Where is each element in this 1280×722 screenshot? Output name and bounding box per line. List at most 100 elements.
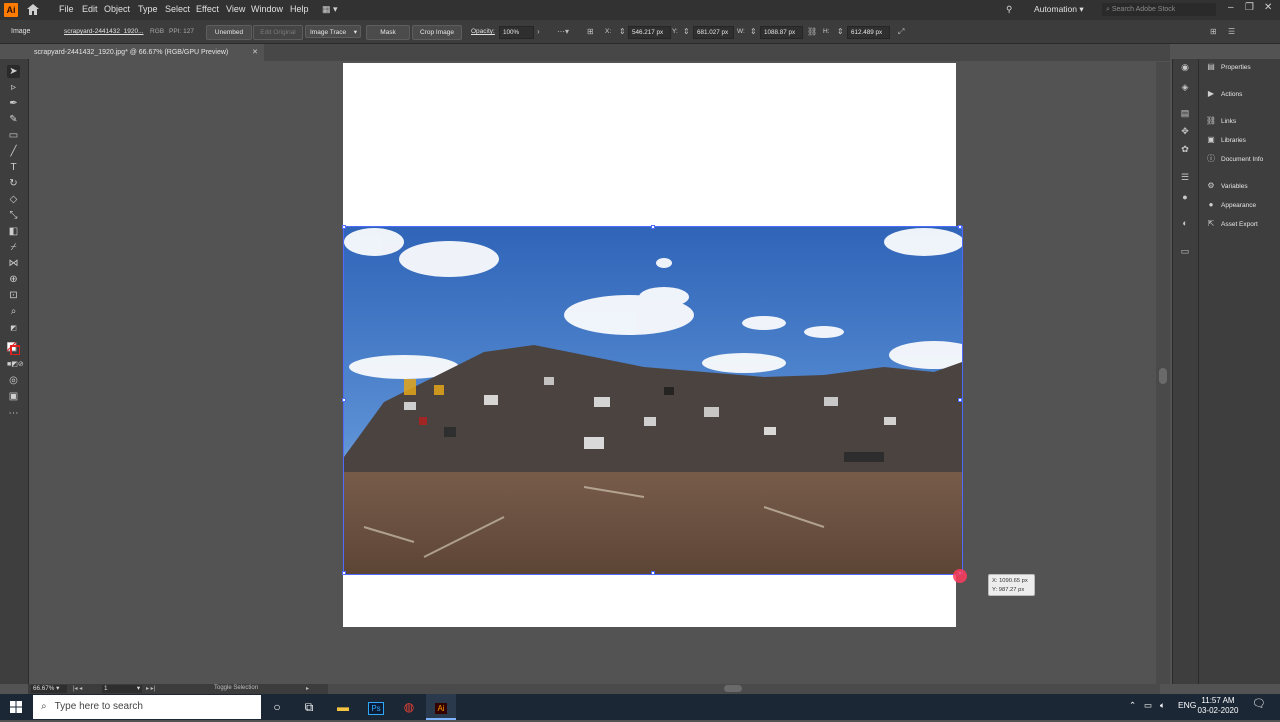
opacity-field[interactable]: 100%	[499, 26, 534, 39]
eraser-tool-icon[interactable]: ◇	[7, 193, 20, 206]
selection-tool-icon[interactable]: ➤	[7, 65, 20, 78]
stroke-panel-icon[interactable]: ☰	[1179, 171, 1191, 183]
opacity-label[interactable]: Opacity:	[471, 28, 495, 35]
image-trace-button[interactable]: Image Trace ▾	[305, 25, 361, 38]
properties-panel-icon[interactable]: ◉	[1179, 61, 1191, 73]
panel-variables[interactable]: ⚙ Variables	[1205, 179, 1280, 193]
direct-selection-tool-icon[interactable]: ▹	[7, 81, 20, 94]
h-field[interactable]: 612.489 px	[847, 26, 890, 39]
close-icon[interactable]: ✕	[1264, 2, 1272, 13]
scale-tool-icon[interactable]: ⤡	[7, 209, 20, 222]
taskbar-search-box[interactable]: ⌕ Type here to search	[33, 695, 261, 719]
graphic-styles-panel-icon[interactable]: ▭	[1179, 245, 1191, 257]
task-view-icon[interactable]: ⧉	[294, 694, 324, 720]
h-stepper-icon[interactable]: ⇕	[837, 27, 844, 36]
illustrator-taskbar-icon[interactable]: Ai	[426, 694, 456, 720]
network-icon[interactable]: ▭	[1144, 700, 1152, 711]
menu-window[interactable]: Window	[251, 4, 283, 14]
blend-tool-icon[interactable]: ⋈	[7, 257, 20, 270]
rectangle-tool-icon[interactable]: ▭	[7, 129, 20, 142]
workspace-switcher[interactable]: Automation ▾	[1034, 4, 1084, 15]
curvature-tool-icon[interactable]: ✎	[7, 113, 20, 126]
linked-filename[interactable]: scrapyard-2441432_1920...	[64, 28, 144, 35]
menu-help[interactable]: Help	[290, 4, 309, 14]
y-field[interactable]: 681.027 px	[693, 26, 734, 39]
file-explorer-icon[interactable]: ▬	[328, 694, 358, 720]
prev-artboard-icon[interactable]: |◂ ◂	[73, 685, 82, 692]
symbols-panel-icon[interactable]: ✿	[1179, 143, 1191, 155]
w-field[interactable]: 1088.87 px	[760, 26, 803, 39]
horizontal-scroll-thumb[interactable]	[724, 685, 742, 692]
tray-chevron-icon[interactable]: ⌃	[1129, 700, 1136, 711]
restore-icon[interactable]: ❐	[1245, 2, 1254, 13]
panel-libraries[interactable]: ▣ Libraries	[1205, 133, 1280, 147]
rotate-tool-icon[interactable]: ↻	[7, 177, 20, 190]
x-field[interactable]: 546.217 px	[628, 26, 671, 39]
status-menu-icon[interactable]: ▸	[306, 685, 309, 692]
system-clock[interactable]: 11:57 AM 03-02-2020	[1196, 696, 1240, 716]
lightbulb-icon[interactable]: ⚲	[1006, 4, 1012, 15]
menu-effect[interactable]: Effect	[196, 4, 219, 14]
panel-document-info[interactable]: ⓘ Document Info	[1205, 152, 1280, 166]
vertical-scroll-thumb[interactable]	[1159, 368, 1167, 384]
shape-builder-tool-icon[interactable]: ⊕	[7, 273, 20, 286]
x-stepper-icon[interactable]: ⇕	[619, 27, 626, 36]
paintbrush-tool-icon[interactable]: ╱	[7, 145, 20, 158]
artboard-number-field[interactable]: 1 ▾	[102, 685, 142, 693]
photoshop-icon[interactable]: Ps	[361, 694, 391, 720]
default-colors-icon[interactable]: ◩	[7, 322, 20, 335]
panel-links[interactable]: ⛓ Links	[1205, 114, 1280, 128]
eyedropper-tool-icon[interactable]: ⌿	[7, 241, 20, 254]
w-stepper-icon[interactable]: ⇕	[750, 27, 757, 36]
zoom-tool-icon[interactable]: ⌕	[7, 305, 20, 318]
zoom-level-field[interactable]: 66.67% ▾	[31, 685, 67, 693]
panel-asset-export[interactable]: ⇱ Asset Export	[1205, 217, 1280, 231]
layers-panel-icon[interactable]: ◈	[1179, 81, 1191, 93]
language-indicator[interactable]: ENG	[1178, 700, 1196, 710]
next-artboard-icon[interactable]: ▸ ▸|	[146, 685, 155, 692]
placed-image-scrapyard[interactable]	[344, 227, 962, 574]
link-proportions-icon[interactable]: ⛓	[807, 27, 817, 36]
menu-icon[interactable]: ☰	[1228, 27, 1235, 36]
menu-file[interactable]: File	[59, 4, 74, 14]
more-tools-icon[interactable]: ⋯	[7, 407, 20, 420]
y-stepper-icon[interactable]: ⇕	[683, 27, 690, 36]
chevron-right-icon[interactable]: ›	[537, 27, 540, 36]
menu-object[interactable]: Object	[104, 4, 130, 14]
crop-image-button[interactable]: Crop Image	[412, 25, 462, 40]
menu-edit[interactable]: Edit	[82, 4, 98, 14]
document-tab[interactable]: scrapyard-2441432_1920.jpg* @ 66.67% (RG…	[28, 44, 264, 61]
reference-point-icon[interactable]: ⊞	[587, 27, 594, 36]
chrome-icon[interactable]: ◍	[394, 694, 424, 720]
fill-stroke-icon[interactable]	[6, 341, 21, 356]
swatches-panel-icon[interactable]: ●	[1179, 191, 1191, 203]
menu-view[interactable]: View	[226, 4, 245, 14]
panel-actions[interactable]: ▶ Actions	[1205, 87, 1280, 101]
notifications-icon[interactable]: 🗨︎	[1252, 697, 1266, 710]
close-tab-icon[interactable]: ✕	[252, 44, 258, 61]
artboard-tool-icon[interactable]: ⊡	[7, 289, 20, 302]
transform-icon[interactable]: ⤢	[898, 27, 904, 37]
brushes-panel-icon[interactable]: ✥	[1179, 125, 1191, 137]
artboards-panel-icon[interactable]: ▤	[1179, 107, 1191, 119]
color-mode-icon[interactable]: ■◩⊘	[7, 358, 24, 371]
gradient-tool-icon[interactable]: ◧	[7, 225, 20, 238]
pen-tool-icon[interactable]: ✒	[7, 97, 20, 110]
drawing-mode-icon[interactable]: ◎	[7, 374, 20, 387]
panel-properties[interactable]: ▤ Properties	[1205, 60, 1280, 74]
transparency-panel-icon[interactable]: ◐	[1179, 217, 1191, 229]
panel-options-icon[interactable]: ⊞	[1210, 27, 1217, 36]
align-icon[interactable]: ⋯▾	[557, 27, 569, 36]
arrange-documents-icon[interactable]: ▦ ▾	[322, 4, 338, 15]
windows-start-icon[interactable]	[0, 694, 32, 720]
menu-select[interactable]: Select	[165, 4, 190, 14]
screen-mode-icon[interactable]: ▣	[7, 390, 20, 403]
unembed-button[interactable]: Unembed	[206, 25, 252, 40]
type-tool-icon[interactable]: T	[7, 161, 20, 174]
volume-icon[interactable]: 🔈︎	[1160, 700, 1165, 711]
home-icon[interactable]	[27, 4, 39, 15]
menu-type[interactable]: Type	[138, 4, 158, 14]
cortana-icon[interactable]: ○	[262, 694, 292, 720]
minimize-icon[interactable]: –	[1228, 2, 1234, 13]
adobe-stock-search[interactable]: ⌕ Search Adobe Stock	[1102, 3, 1216, 16]
